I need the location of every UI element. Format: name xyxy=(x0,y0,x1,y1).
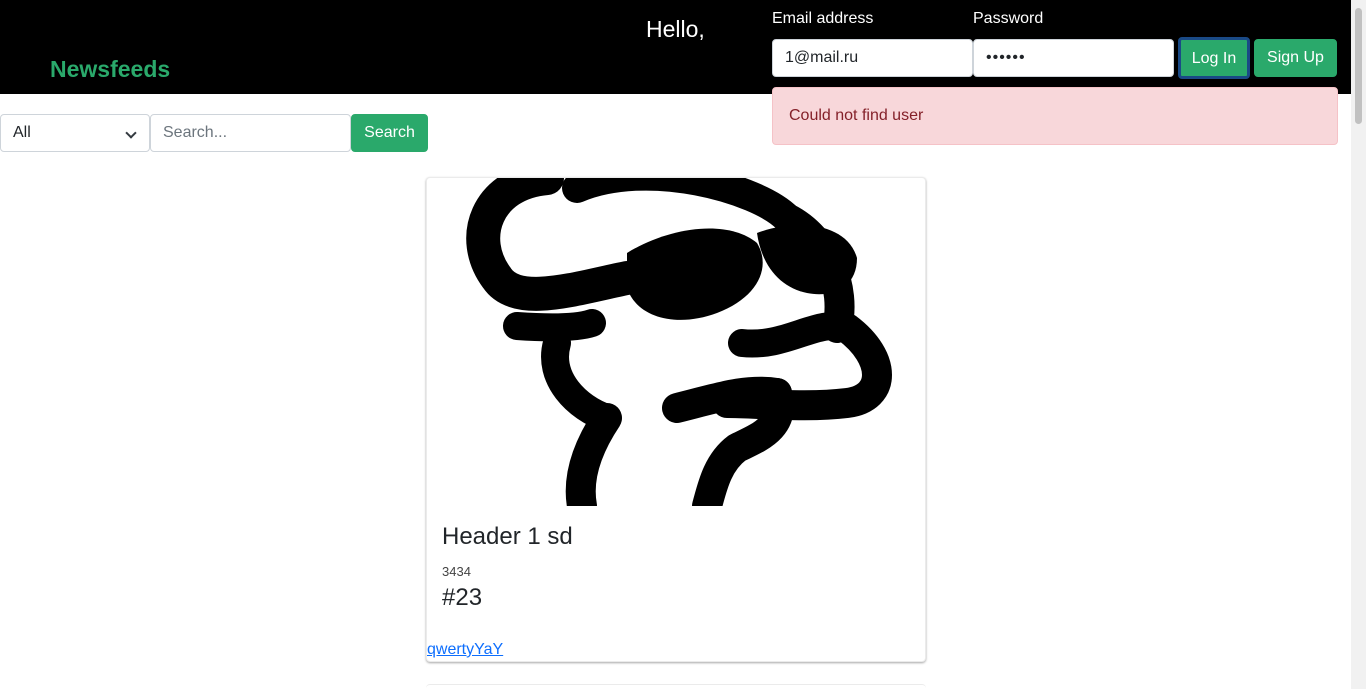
login-button[interactable]: Log In xyxy=(1178,37,1250,79)
scrollbar-thumb[interactable] xyxy=(1355,8,1362,124)
chevron-down-icon xyxy=(125,127,137,139)
category-select[interactable]: All xyxy=(0,114,150,152)
brand-logo[interactable]: Newsfeeds xyxy=(50,56,170,83)
password-label: Password xyxy=(973,10,1044,27)
search-input[interactable] xyxy=(150,114,351,152)
email-field[interactable] xyxy=(772,39,973,77)
email-label: Email address xyxy=(772,10,874,27)
signup-button[interactable]: Sign Up xyxy=(1254,39,1337,77)
next-post-card xyxy=(426,684,926,689)
post-title: Header 1 sd xyxy=(442,523,573,550)
error-alert-message: Could not find user xyxy=(789,107,924,124)
category-select-value: All xyxy=(13,124,31,141)
password-field[interactable] xyxy=(973,39,1174,77)
navbar: Newsfeeds Hello, Email address Password … xyxy=(0,0,1351,94)
post-card: Header 1 sd 3434 #23 qwertyYaY xyxy=(426,177,926,662)
sketch-face-image xyxy=(466,178,892,506)
error-alert: Could not find user xyxy=(772,87,1338,145)
page-scrollbar[interactable] xyxy=(1351,0,1366,689)
post-meta: 3434 xyxy=(442,564,471,579)
post-image xyxy=(427,178,925,506)
greeting-text: Hello, xyxy=(646,16,705,42)
post-author-link[interactable]: qwertyYaY xyxy=(427,641,503,659)
search-button[interactable]: Search xyxy=(351,114,428,152)
post-tag: #23 xyxy=(442,584,483,611)
